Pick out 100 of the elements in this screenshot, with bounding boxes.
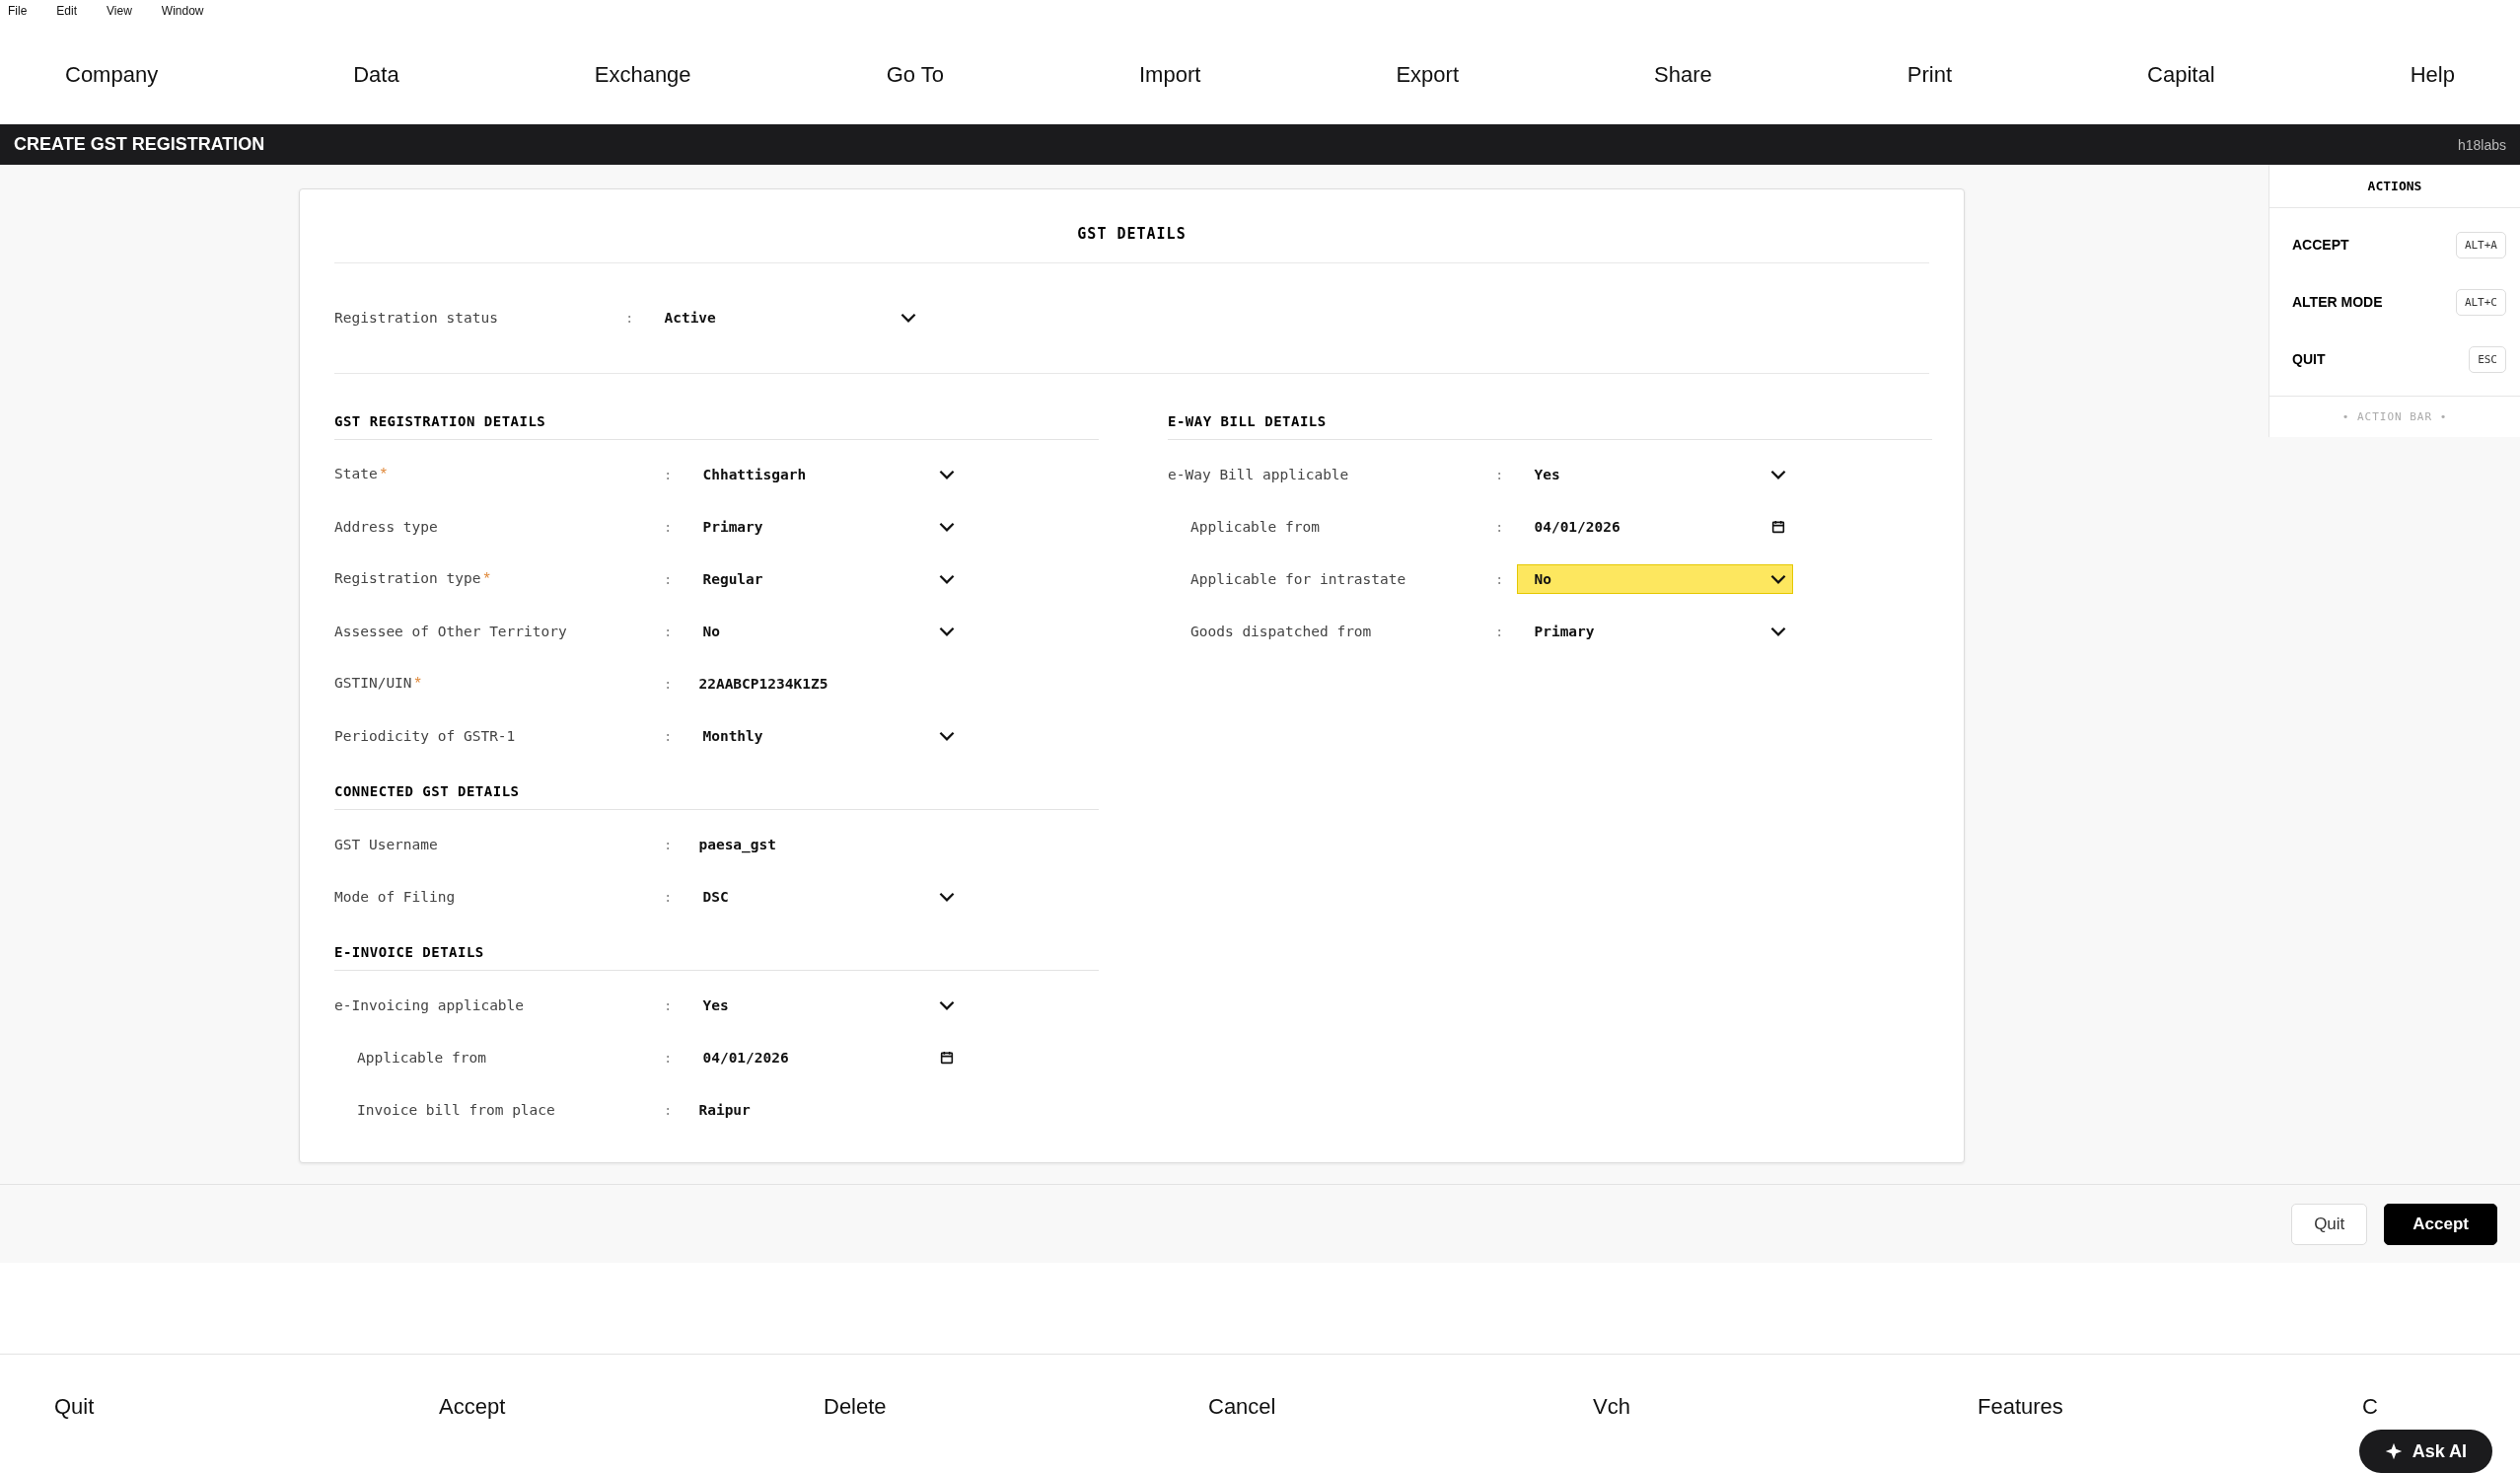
chevron-down-icon [1770, 469, 1787, 479]
chevron-down-icon [1770, 573, 1787, 584]
panel-footer: • ACTION BAR • [2269, 397, 2520, 437]
field-label: Address type [334, 518, 438, 535]
nav-item[interactable]: Import [1139, 62, 1201, 88]
nav-item[interactable]: Vch [1593, 1394, 1630, 1420]
menu-item[interactable]: Edit [56, 4, 78, 22]
accept-button[interactable]: Accept [2384, 1203, 2497, 1245]
chevron-down-icon [939, 999, 956, 1010]
colon: : [664, 518, 673, 535]
nav-item[interactable]: Go To [886, 62, 944, 88]
dropdown-field[interactable]: Primary [1517, 616, 1794, 646]
nav-item[interactable]: Exchange [594, 62, 691, 88]
action-item[interactable]: ACCEPT [2292, 237, 2349, 253]
field-label: Periodicity of GSTR-1 [334, 727, 516, 744]
dropdown-field[interactable]: No [1517, 563, 1794, 594]
action-item[interactable]: QUIT [2292, 351, 2326, 367]
field-label: Applicable from [1190, 518, 1320, 535]
field-label: Assessee of Other Territory [334, 623, 567, 639]
field-label: Applicable from [357, 1049, 486, 1066]
brand-label: h18labs [2457, 136, 2506, 153]
nav-item[interactable]: Cancel [1208, 1394, 1276, 1420]
panel-title: ACTIONS [2269, 165, 2520, 208]
chevron-down-icon [900, 312, 917, 323]
field-label: State [334, 465, 378, 483]
dropdown-field[interactable]: Yes [685, 990, 963, 1020]
colon: : [664, 836, 673, 852]
sparkle-icon [2384, 1442, 2403, 1460]
shortcut-key: ESC [2469, 345, 2506, 373]
nav-item[interactable]: Features [1978, 1394, 2063, 1420]
colon: : [664, 996, 673, 1013]
field-label: Applicable for intrastate [1190, 570, 1406, 587]
dropdown-field[interactable]: Monthly [685, 720, 963, 751]
form-title: GST DETAILS [1076, 224, 1188, 245]
colon: : [1495, 466, 1504, 482]
input-field[interactable]: paesa_gst [685, 829, 884, 859]
date-field[interactable]: 04/01/2026 [685, 1042, 963, 1072]
colon: : [664, 675, 673, 692]
nav-item[interactable]: Quit [54, 1394, 95, 1420]
colon: : [664, 1101, 673, 1118]
dropdown-field[interactable]: Regular [685, 563, 963, 594]
ask-ai-button[interactable]: Ask AI [2358, 1430, 2492, 1473]
field-label: GST Username [334, 836, 438, 852]
colon: : [664, 1049, 673, 1066]
window-title: CREATE GST REGISTRATION [14, 134, 265, 155]
nav-item[interactable]: Delete [824, 1394, 887, 1420]
field-label: Registration type [334, 569, 481, 588]
nav-item[interactable]: Accept [439, 1394, 506, 1420]
field-label: GSTIN/UIN [334, 674, 412, 693]
field-label: Goods dispatched from [1190, 623, 1372, 639]
menu-item[interactable]: Window [161, 4, 204, 22]
chevron-down-icon [1770, 626, 1787, 636]
field-label: Mode of Filing [334, 888, 456, 905]
colon: : [1495, 570, 1504, 587]
shortcut-key: ALT+A [2455, 231, 2506, 258]
quit-button[interactable]: Quit [2291, 1203, 2368, 1245]
nav-item[interactable]: Print [1907, 62, 1953, 88]
colon: : [664, 570, 673, 587]
dropdown-field[interactable]: Yes [1517, 459, 1794, 489]
nav-item[interactable]: C [2362, 1394, 2378, 1420]
section-title: E-WAY BILL DETAILS [1168, 392, 1932, 440]
required-mark: * [483, 569, 490, 588]
colon: : [1495, 518, 1504, 535]
nav-item[interactable]: Capital [2147, 62, 2215, 88]
field-label: e-Way Bill applicable [1168, 466, 1349, 482]
nav-item[interactable]: Help [2410, 62, 2455, 88]
dropdown-field[interactable]: No [685, 616, 963, 646]
colon: : [664, 466, 673, 482]
colon: : [664, 727, 673, 744]
nav-item[interactable]: Export [1396, 62, 1459, 88]
dropdown-field[interactable]: Chhattisgarh [685, 459, 963, 489]
field-label: Invoice bill from place [357, 1101, 555, 1118]
shortcut-key: ALT+C [2455, 288, 2506, 316]
dropdown-field[interactable]: Active [647, 302, 924, 332]
section-title: E-INVOICE DETAILS [334, 922, 1099, 971]
chevron-down-icon [939, 626, 956, 636]
colon: : [1495, 623, 1504, 639]
menu-item[interactable]: View [107, 4, 132, 22]
chevron-down-icon [939, 573, 956, 584]
nav-item[interactable]: Data [353, 62, 399, 88]
field-label: Registration status [334, 309, 498, 326]
input-field[interactable]: Raipur [685, 1094, 884, 1125]
menu-item[interactable]: File [8, 4, 28, 22]
chevron-down-icon [939, 469, 956, 479]
colon: : [664, 623, 673, 639]
nav-item[interactable]: Share [1654, 62, 1712, 88]
calendar-icon [939, 1049, 956, 1066]
chevron-down-icon [939, 891, 956, 902]
chevron-down-icon [939, 521, 956, 532]
action-item[interactable]: ALTER MODE [2292, 294, 2383, 310]
section-title: GST REGISTRATION DETAILS [334, 392, 1099, 440]
dropdown-field[interactable]: Primary [685, 511, 963, 542]
date-field[interactable]: 04/01/2026 [1517, 511, 1794, 542]
required-mark: * [414, 674, 421, 693]
input-field[interactable]: 22AABCP1234K1Z5 [685, 668, 884, 699]
dropdown-field[interactable]: DSC [685, 881, 963, 912]
required-mark: * [380, 465, 387, 483]
field-label: e-Invoicing applicable [334, 996, 525, 1013]
nav-item[interactable]: Company [65, 62, 159, 88]
calendar-icon [1770, 518, 1787, 535]
